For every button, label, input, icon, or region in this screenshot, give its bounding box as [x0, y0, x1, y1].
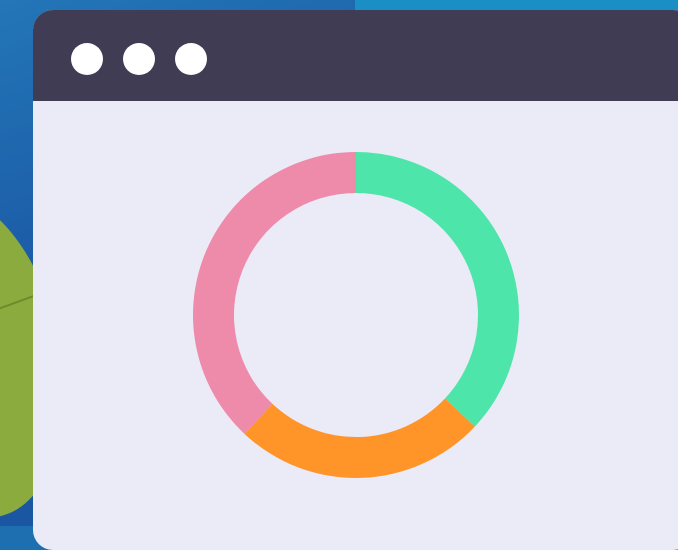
window-titlebar — [33, 10, 678, 101]
window-content — [33, 101, 678, 550]
donut-slice-3 — [192, 152, 356, 434]
donut-slice-1 — [356, 152, 519, 427]
window-minimize-dot[interactable] — [123, 43, 155, 75]
window-close-dot[interactable] — [71, 43, 103, 75]
donut-slice-2 — [244, 398, 475, 478]
window-maximize-dot[interactable] — [175, 43, 207, 75]
app-window — [33, 10, 678, 550]
donut-chart — [192, 152, 519, 478]
